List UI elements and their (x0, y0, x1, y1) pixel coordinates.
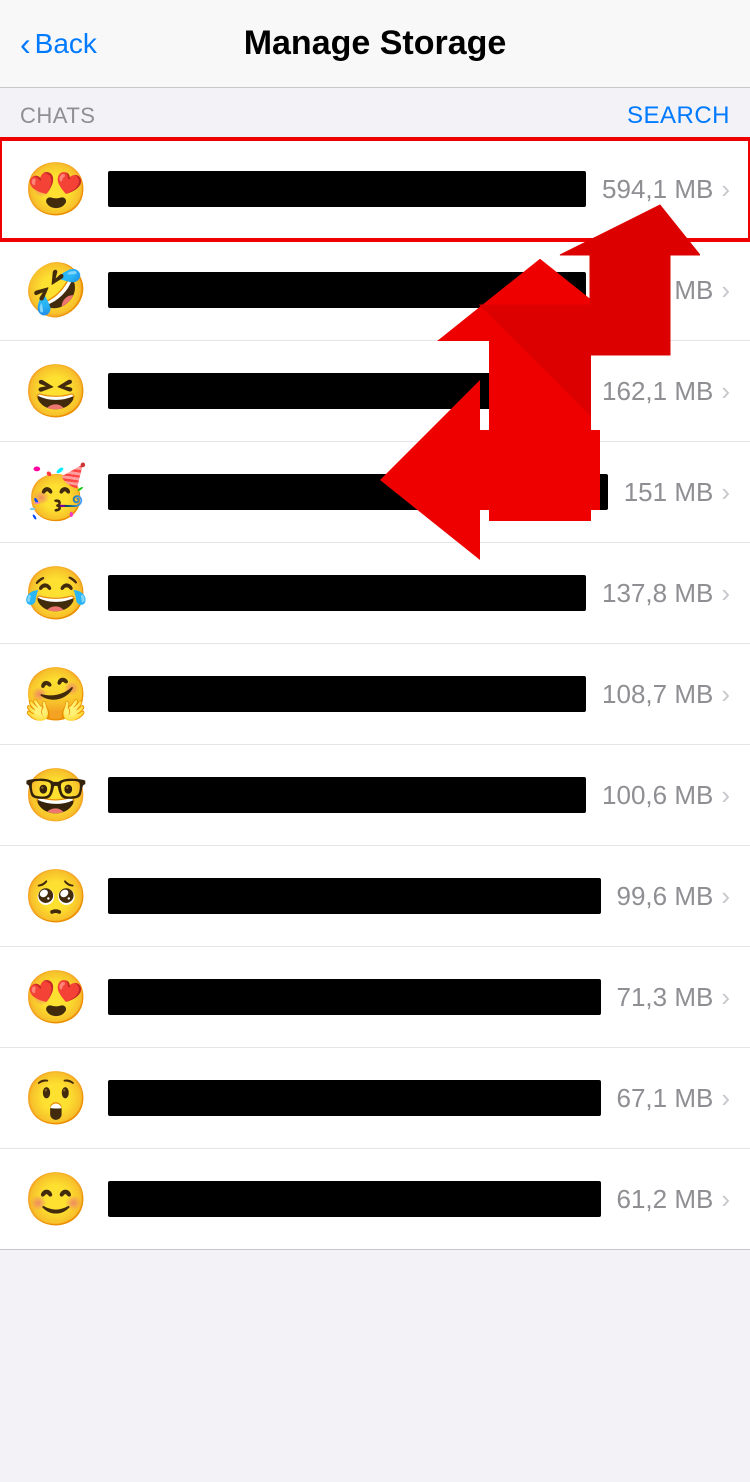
back-chevron-icon: ‹ (20, 28, 31, 60)
avatar: 🤗 (20, 658, 92, 730)
contact-name-redacted (108, 1181, 601, 1217)
storage-info: 100,6 MB › (602, 780, 730, 811)
chevron-right-icon: › (721, 277, 730, 303)
storage-size: 151 MB (624, 477, 714, 508)
storage-size: 108,7 MB (602, 679, 713, 710)
contact-name-redacted (108, 1080, 601, 1116)
search-button[interactable]: SEARCH (627, 102, 730, 130)
storage-info: 382,8 MB › (602, 275, 730, 306)
back-button[interactable]: ‹ Back (20, 28, 97, 60)
chevron-right-icon: › (721, 883, 730, 909)
storage-size: 61,2 MB (617, 1184, 714, 1215)
contact-name-redacted (108, 676, 586, 712)
avatar: 😍 (20, 153, 92, 225)
contact-name-redacted (108, 373, 586, 409)
list-item[interactable]: 😍 71,3 MB › (0, 947, 750, 1048)
list-item[interactable]: 😂 137,8 MB › (0, 543, 750, 644)
nav-bar: ‹ Back Manage Storage (0, 0, 750, 88)
list-item[interactable]: 😊 61,2 MB › (0, 1149, 750, 1249)
list-item[interactable]: 🥺 99,6 MB › (0, 846, 750, 947)
contact-name-redacted (108, 777, 586, 813)
chevron-right-icon: › (721, 1085, 730, 1111)
storage-size: 137,8 MB (602, 578, 713, 609)
storage-info: 594,1 MB › (602, 174, 730, 205)
contact-name-redacted (108, 979, 601, 1015)
list-item[interactable]: 🤣 382,8 MB › (0, 240, 750, 341)
chevron-right-icon: › (721, 378, 730, 404)
list-item[interactable]: 🥳 151 MB › (0, 442, 750, 543)
storage-size: 162,1 MB (602, 376, 713, 407)
storage-info: 108,7 MB › (602, 679, 730, 710)
contact-name-redacted (108, 878, 601, 914)
avatar: 😊 (20, 1163, 92, 1235)
section-label: CHATS (20, 103, 95, 129)
back-label: Back (35, 28, 97, 60)
storage-size: 67,1 MB (617, 1083, 714, 1114)
storage-info: 67,1 MB › (617, 1083, 731, 1114)
chat-list: 😍 594,1 MB › 🤣 382,8 MB › 😆 162,1 MB › 🥳… (0, 138, 750, 1250)
avatar: 😍 (20, 961, 92, 1033)
avatar: 🥳 (20, 456, 92, 528)
avatar: 😆 (20, 355, 92, 427)
storage-info: 61,2 MB › (617, 1184, 731, 1215)
chevron-right-icon: › (721, 1186, 730, 1212)
storage-info: 137,8 MB › (602, 578, 730, 609)
contact-name-redacted (108, 575, 586, 611)
chevron-right-icon: › (721, 479, 730, 505)
storage-size: 71,3 MB (617, 982, 714, 1013)
storage-info: 71,3 MB › (617, 982, 731, 1013)
storage-info: 151 MB › (624, 477, 730, 508)
avatar: 🤓 (20, 759, 92, 831)
avatar: 🤣 (20, 254, 92, 326)
chevron-right-icon: › (721, 782, 730, 808)
avatar: 🥺 (20, 860, 92, 932)
list-item[interactable]: 🤗 108,7 MB › (0, 644, 750, 745)
chevron-right-icon: › (721, 580, 730, 606)
storage-size: 99,6 MB (617, 881, 714, 912)
section-header: CHATS SEARCH (0, 88, 750, 138)
chevron-right-icon: › (721, 984, 730, 1010)
avatar: 😂 (20, 557, 92, 629)
chevron-right-icon: › (721, 176, 730, 202)
list-item[interactable]: 😍 594,1 MB › (0, 139, 750, 240)
list-item[interactable]: 🤓 100,6 MB › (0, 745, 750, 846)
storage-size: 594,1 MB (602, 174, 713, 205)
chevron-right-icon: › (721, 681, 730, 707)
storage-info: 162,1 MB › (602, 376, 730, 407)
storage-size: 100,6 MB (602, 780, 713, 811)
contact-name-redacted (108, 272, 586, 308)
list-item[interactable]: 😆 162,1 MB › (0, 341, 750, 442)
contact-name-redacted (108, 474, 608, 510)
avatar: 😲 (20, 1062, 92, 1134)
list-item[interactable]: 😲 67,1 MB › (0, 1048, 750, 1149)
page-title: Manage Storage (244, 24, 507, 63)
contact-name-redacted (108, 171, 586, 207)
storage-size: 382,8 MB (602, 275, 713, 306)
storage-info: 99,6 MB › (617, 881, 731, 912)
